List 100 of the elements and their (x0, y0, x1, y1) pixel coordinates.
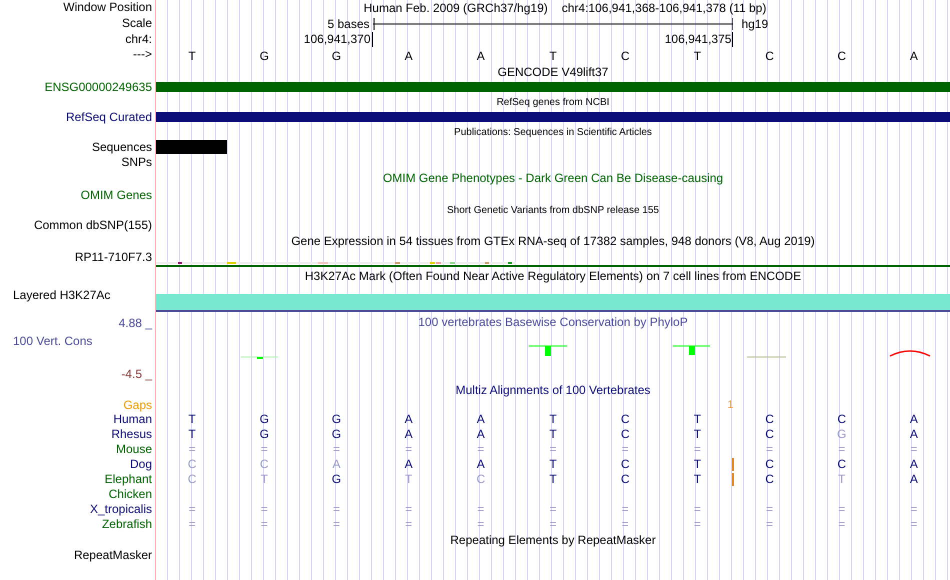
aligned-base: G (332, 472, 342, 487)
aligned-base: = (910, 442, 918, 457)
aligned-base: = (188, 502, 196, 517)
track-label[interactable]: Human (113, 413, 152, 426)
aligned-base: = (622, 442, 629, 457)
position-range: chr4:106,941,368-106,941,378 (11 bp) (562, 0, 766, 16)
aligned-base: C (620, 427, 630, 442)
aligned-base: G (260, 427, 269, 442)
axis-min-label: -4.5 _ (121, 368, 152, 382)
reference-base: T (187, 48, 197, 62)
aligned-base: A (910, 472, 918, 487)
track-label[interactable]: RepeatMasker (74, 549, 152, 562)
aligned-base: C (765, 457, 774, 472)
reference-base: A (908, 48, 919, 62)
track-title: 100 vertebrates Basewise Conservation by PhyloP (418, 314, 688, 330)
publication-block[interactable] (156, 140, 227, 154)
aligned-base: = (766, 502, 774, 517)
aligned-base: = (405, 442, 412, 457)
end-coordinate: 106,941,375 (664, 32, 734, 47)
aligned-base: = (332, 517, 340, 532)
aligned-base: G (332, 427, 342, 442)
scale-span: 5 bases (326, 17, 371, 31)
reference-base: T (692, 48, 702, 62)
aligned-base: = (838, 442, 846, 457)
track-label[interactable]: SNPs (121, 156, 152, 169)
track-label[interactable]: 100 Vert. Cons (13, 335, 92, 348)
aligned-base: T (404, 472, 412, 487)
track-label[interactable]: Dog (130, 458, 152, 471)
aligned-base: C (260, 457, 269, 472)
track-title: Multiz Alignments of 100 Vertebrates (456, 382, 650, 398)
track-label[interactable]: Elephant (104, 473, 152, 486)
reference-base: C (836, 48, 848, 62)
aligned-base: = (694, 502, 701, 517)
reference-base: C (764, 48, 775, 62)
track-label[interactable]: Mouse (116, 443, 152, 456)
aligned-base: = (477, 502, 484, 517)
reference-base: G (330, 48, 342, 62)
track-title: Short Genetic Variants from dbSNP release 155 (447, 204, 659, 218)
aligned-base: A (404, 457, 413, 472)
track-label[interactable]: RefSeq Curated (66, 111, 152, 124)
track-label[interactable]: Common dbSNP(155) (34, 219, 152, 232)
track-label[interactable]: Layered H3K27Ac (13, 289, 110, 302)
start-coordinate: 106,941,370 (304, 32, 373, 47)
track-label[interactable]: Window Position (63, 1, 152, 14)
aligned-base: T (549, 412, 557, 427)
aligned-base: T (694, 427, 702, 442)
track-label[interactable]: ---> (133, 48, 152, 61)
aligned-base: = (260, 442, 268, 457)
aligned-base: C (837, 412, 846, 427)
aligned-base: C (765, 472, 774, 487)
track-title: Publications: Sequences in Scientific Articles (454, 126, 652, 140)
aligned-base: G (260, 412, 269, 427)
aligned-base: = (477, 517, 484, 532)
track-title: Repeating Elements by RepeatMasker (450, 532, 656, 548)
aligned-base: = (694, 442, 701, 457)
axis-max-label: 4.88 _ (118, 317, 152, 332)
aligned-base: C (765, 427, 774, 442)
aligned-base: C (620, 412, 630, 427)
track-label[interactable]: Rhesus (111, 428, 152, 441)
aligned-base: = (622, 517, 629, 532)
aligned-base: T (549, 427, 557, 442)
aligned-base: = (405, 502, 412, 517)
aligned-base: G (837, 427, 846, 442)
aligned-base: = (910, 517, 918, 532)
track-label[interactable]: Scale (122, 17, 152, 30)
aligned-base: A (332, 457, 340, 472)
track-title: H3K27Ac Mark (Often Found Near Active Regulatory Elements) on 7 cell lines from ENCODE (304, 268, 802, 284)
aligned-base: C (188, 457, 196, 472)
track-title: OMIM Gene Phenotypes - Dark Green Can Be Disease-causing (382, 170, 724, 186)
aligned-base: = (838, 517, 846, 532)
track-label[interactable]: OMIM Genes (80, 189, 152, 202)
aligned-base: A (476, 427, 485, 442)
reference-base: C (620, 48, 630, 62)
track-label[interactable]: X_tropicalis (90, 503, 152, 516)
track-label[interactable]: ENSG00000249635 (44, 81, 152, 94)
aligned-base: = (405, 517, 412, 532)
aligned-base: = (910, 502, 918, 517)
aligned-base: T (260, 472, 268, 487)
aligned-base: = (766, 442, 774, 457)
aligned-base: = (188, 517, 196, 532)
aligned-base: A (404, 412, 413, 427)
aligned-base: T (188, 427, 196, 442)
track-label[interactable]: RP11-710F7.3 (74, 251, 152, 264)
track-label[interactable]: Chicken (108, 488, 152, 501)
track-title: RefSeq genes from NCBI (496, 96, 610, 110)
aligned-base: A (476, 412, 485, 427)
aligned-base: A (910, 427, 918, 442)
reference-base: T (548, 48, 558, 62)
reference-base: A (404, 48, 414, 62)
aligned-base: T (549, 457, 557, 472)
aligned-base: = (838, 502, 846, 517)
aligned-base: = (260, 502, 268, 517)
track-label[interactable]: Sequences (92, 141, 152, 154)
track-label[interactable]: chr4: (125, 33, 152, 46)
track-label[interactable]: Zebrafish (102, 518, 152, 531)
aligned-base: = (188, 442, 196, 457)
track-title: GENCODE V49lift37 (498, 64, 608, 80)
assembly-label: hg19 (740, 17, 770, 31)
reference-base: G (258, 48, 270, 62)
aligned-base: = (549, 502, 556, 517)
